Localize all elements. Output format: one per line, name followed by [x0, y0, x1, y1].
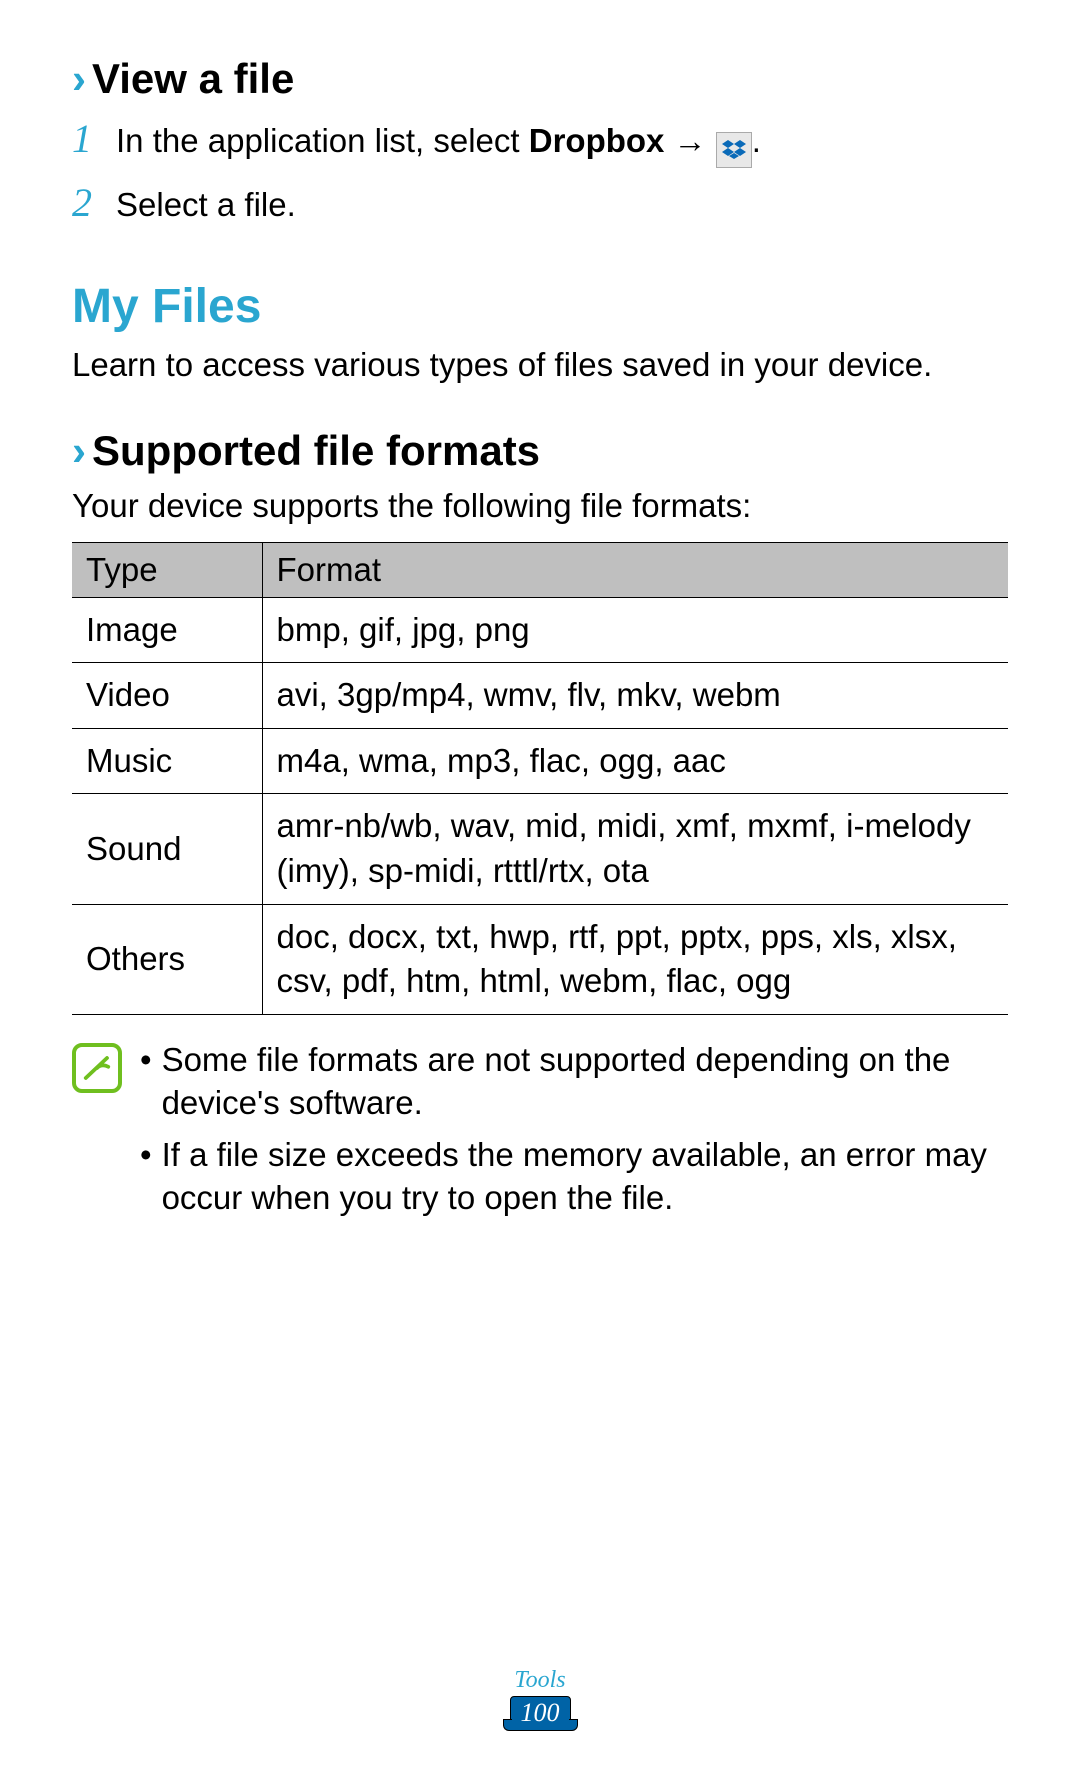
- note-item: • Some file formats are not supported de…: [140, 1039, 1008, 1125]
- table-row: Music m4a, wma, mp3, flac, ogg, aac: [72, 728, 1008, 794]
- heading-my-files: My Files: [72, 279, 1008, 334]
- step-content: Select a file.: [116, 184, 296, 227]
- page-footer: Tools 100: [0, 1667, 1080, 1731]
- my-files-intro: Learn to access various types of files s…: [72, 344, 1008, 387]
- page-number: 100: [510, 1696, 571, 1731]
- bullet-icon: •: [140, 1039, 152, 1125]
- th-format: Format: [262, 542, 1008, 597]
- step-1: 1 In the application list, select Dropbo…: [72, 113, 1008, 165]
- table-row: Video avi, 3gp/mp4, wmv, flv, mkv, webm: [72, 663, 1008, 729]
- table-row: Sound amr-nb/wb, wav, mid, midi, xmf, mx…: [72, 794, 1008, 904]
- formats-intro: Your device supports the following file …: [72, 485, 1008, 528]
- dropbox-icon: [716, 132, 752, 168]
- note-item: • If a file size exceeds the memory avai…: [140, 1134, 1008, 1220]
- table-row: Others doc, docx, txt, hwp, rtf, ppt, pp…: [72, 904, 1008, 1014]
- step-content: In the application list, select Dropbox …: [116, 120, 761, 164]
- heading-view-a-file: › View a file: [72, 55, 1008, 103]
- step-2: 2 Select a file.: [72, 177, 1008, 229]
- heading-text: Supported file formats: [92, 427, 540, 475]
- file-formats-table: Type Format Image bmp, gif, jpg, png Vid…: [72, 542, 1008, 1015]
- chevron-right-icon: ›: [72, 55, 86, 103]
- th-type: Type: [72, 542, 262, 597]
- chevron-right-icon: ›: [72, 427, 86, 475]
- step-number: 2: [72, 177, 100, 229]
- note-icon: [72, 1043, 122, 1093]
- table-row: Image bmp, gif, jpg, png: [72, 597, 1008, 663]
- table-header-row: Type Format: [72, 542, 1008, 597]
- heading-supported-formats: › Supported file formats: [72, 427, 1008, 475]
- step-number: 1: [72, 113, 100, 165]
- note-list: • Some file formats are not supported de…: [140, 1039, 1008, 1231]
- heading-text: View a file: [92, 55, 294, 103]
- bullet-icon: •: [140, 1134, 152, 1220]
- steps-list: 1 In the application list, select Dropbo…: [72, 113, 1008, 229]
- footer-section-label: Tools: [0, 1667, 1080, 1694]
- note-block: • Some file formats are not supported de…: [72, 1039, 1008, 1231]
